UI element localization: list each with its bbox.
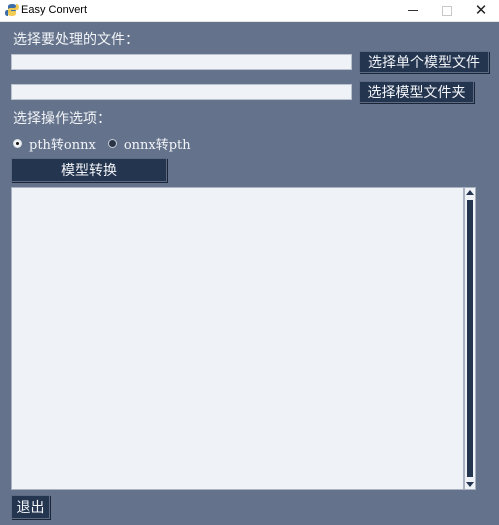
title-bar: Easy Convert ✕ bbox=[0, 0, 499, 22]
output-scrollbar[interactable] bbox=[464, 187, 476, 490]
option-label: onnx转pth bbox=[123, 137, 191, 153]
option-onnx-to-pth[interactable]: onnx转pth bbox=[107, 134, 191, 153]
convert-button[interactable]: 模型转换 bbox=[11, 158, 167, 182]
select-file-button[interactable]: 选择单个模型文件 bbox=[359, 51, 489, 73]
scroll-up-icon[interactable] bbox=[466, 190, 474, 195]
close-button[interactable]: ✕ bbox=[464, 0, 498, 21]
minimize-button[interactable] bbox=[396, 0, 430, 21]
window-title: Easy Convert bbox=[21, 4, 88, 16]
minimize-icon bbox=[408, 10, 418, 11]
conversion-options: pth转onnx onnx转pth bbox=[13, 134, 203, 153]
maximize-icon bbox=[442, 5, 452, 16]
scroll-down-icon[interactable] bbox=[466, 482, 474, 487]
output-log[interactable] bbox=[11, 187, 464, 490]
radio-unchecked-icon bbox=[107, 138, 117, 148]
scroll-thumb[interactable] bbox=[467, 200, 473, 477]
option-label: pth转onnx bbox=[29, 137, 96, 153]
exit-button[interactable]: 退出 bbox=[11, 495, 50, 519]
radio-checked-icon bbox=[13, 138, 22, 148]
options-label: 选择操作选项： bbox=[13, 111, 111, 127]
option-pth-to-onnx[interactable]: pth转onnx bbox=[13, 134, 96, 153]
app-icon bbox=[5, 4, 19, 16]
select-folder-button[interactable]: 选择模型文件夹 bbox=[359, 81, 474, 103]
files-label: 选择要处理的文件： bbox=[13, 32, 139, 48]
maximize-button[interactable] bbox=[430, 0, 464, 21]
folder-path-input[interactable] bbox=[11, 84, 352, 100]
file-path-input[interactable] bbox=[11, 54, 352, 70]
close-icon: ✕ bbox=[474, 1, 488, 19]
